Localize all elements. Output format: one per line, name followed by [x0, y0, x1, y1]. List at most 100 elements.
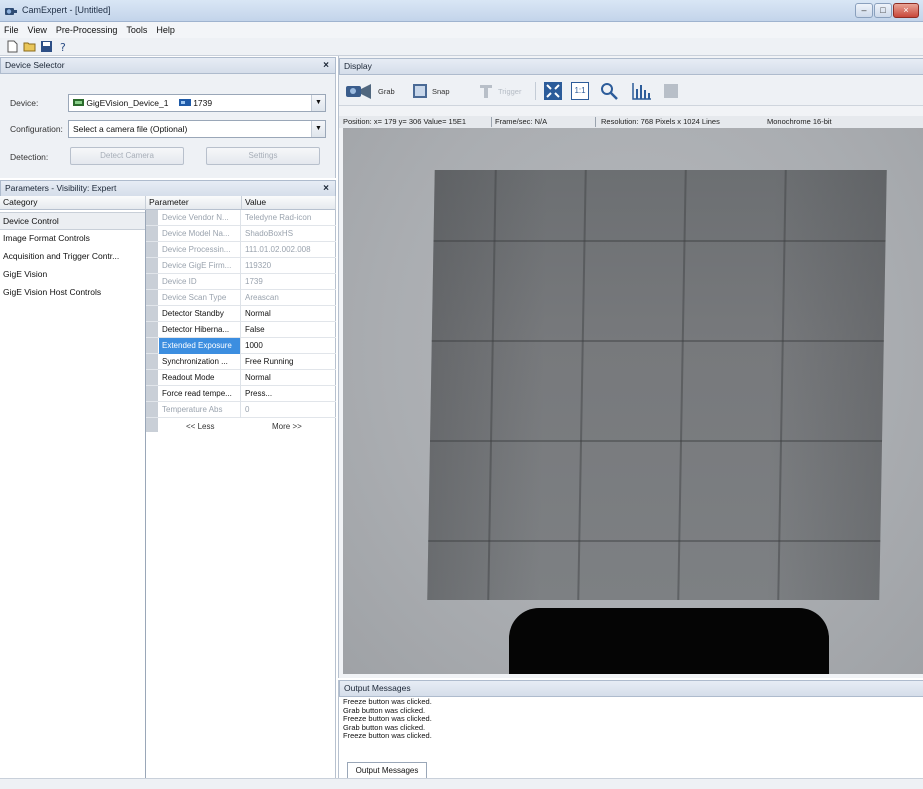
- grab-button[interactable]: Grab: [345, 80, 395, 102]
- device-selector-close-button[interactable]: ×: [323, 58, 329, 73]
- table-row[interactable]: Device Scan Type Areascan: [146, 290, 336, 306]
- chevron-down-icon[interactable]: ▼: [311, 121, 325, 137]
- less-link[interactable]: << Less: [186, 422, 214, 431]
- parameters-panel: Category Device Control Image Format Con…: [0, 196, 336, 778]
- category-column-header[interactable]: Category: [0, 196, 146, 210]
- menu-pre-processing[interactable]: Pre-Processing: [56, 25, 118, 35]
- gige-device-icon: [73, 99, 84, 106]
- value-column-header[interactable]: Value: [242, 196, 336, 210]
- parameters-title: Parameters - Visibility: Expert: [5, 183, 117, 193]
- device-label: Device:: [10, 98, 39, 108]
- grab-label: Grab: [378, 86, 395, 96]
- table-row[interactable]: Device GigE Firm... 119320: [146, 258, 336, 274]
- minimize-button[interactable]: –: [855, 3, 873, 18]
- detect-camera-button[interactable]: Detect Camera: [70, 147, 184, 165]
- table-row[interactable]: Detector Hiberna... False: [146, 322, 336, 338]
- menu-help[interactable]: Help: [156, 25, 175, 35]
- resolution-readout: Resolution: 768 Pixels x 1024 Lines: [601, 117, 720, 126]
- image-display-area[interactable]: [343, 128, 923, 674]
- parameter-value: 0: [245, 405, 250, 414]
- trigger-button[interactable]: Trigger: [477, 80, 521, 102]
- parameter-column-header[interactable]: Parameter: [146, 196, 242, 210]
- stop-button[interactable]: [663, 80, 679, 102]
- table-row[interactable]: Device ID 1739: [146, 274, 336, 290]
- zoom-button[interactable]: [599, 80, 619, 102]
- fit-to-screen-button[interactable]: [543, 80, 563, 102]
- tab-output-messages[interactable]: Output Messages: [347, 762, 427, 778]
- parameter-value[interactable]: 1000: [242, 338, 336, 354]
- category-gige-vision-host-controls[interactable]: GigE Vision Host Controls: [0, 284, 145, 302]
- parameter-value[interactable]: Free Running: [242, 354, 336, 370]
- table-row[interactable]: Device Vendor N... Teledyne Rad-icon: [146, 210, 336, 226]
- configuration-value: Select a camera file (Optional): [73, 124, 188, 134]
- camexpert-app-icon: [5, 8, 17, 15]
- grab-camera-icon: [346, 84, 371, 99]
- table-row[interactable]: Device Processin... 111.01.02.002.008: [146, 242, 336, 258]
- snap-button[interactable]: Snap: [411, 80, 450, 102]
- menu-view[interactable]: View: [28, 25, 47, 35]
- table-row[interactable]: Force read tempe... Press...: [146, 386, 336, 402]
- menu-tools[interactable]: Tools: [126, 25, 147, 35]
- parameter-name: Readout Mode: [159, 370, 241, 386]
- parameter-value[interactable]: Press...: [242, 386, 336, 402]
- configuration-row: Configuration: Select a camera file (Opt…: [0, 118, 336, 140]
- output-message: Freeze button was clicked.: [343, 731, 432, 740]
- device-id-value: 1739: [193, 98, 213, 108]
- help-icon[interactable]: ?: [57, 40, 70, 53]
- parameter-value: 1739: [245, 277, 263, 286]
- category-image-format-controls[interactable]: Image Format Controls: [0, 230, 145, 248]
- chevron-down-icon[interactable]: ▼: [311, 95, 325, 111]
- configuration-dropdown[interactable]: Select a camera file (Optional) ▼: [68, 120, 326, 138]
- parameter-value[interactable]: Normal: [242, 370, 336, 386]
- trigger-icon: [480, 85, 492, 98]
- open-folder-icon[interactable]: [23, 40, 36, 53]
- device-selector-title: Device Selector: [5, 60, 65, 70]
- parameter-name: Device Processin...: [159, 242, 241, 258]
- window-controls: – □ ×: [855, 3, 919, 19]
- menu-file[interactable]: File: [4, 25, 19, 35]
- parameter-value[interactable]: Normal: [242, 306, 336, 322]
- maximize-button[interactable]: □: [874, 3, 892, 18]
- table-row-selected[interactable]: Extended Exposure 1000: [146, 338, 336, 354]
- one-to-one-icon: 1:1: [571, 82, 589, 100]
- output-messages-header: Output Messages: [339, 680, 923, 697]
- parameter-name: Device GigE Firm...: [159, 258, 241, 274]
- output-message: Freeze button was clicked.: [343, 697, 432, 706]
- parameter-name: Extended Exposure: [159, 338, 241, 354]
- parameters-close-button[interactable]: ×: [323, 181, 329, 196]
- table-row[interactable]: Temperature Abs 0: [146, 402, 336, 418]
- category-gige-vision[interactable]: GigE Vision: [0, 266, 145, 284]
- table-row[interactable]: Readout Mode Normal: [146, 370, 336, 386]
- output-message: Freeze button was clicked.: [343, 714, 432, 723]
- new-file-icon[interactable]: [6, 40, 19, 53]
- more-link[interactable]: More >>: [272, 422, 302, 431]
- configuration-label: Configuration:: [10, 124, 63, 134]
- parameter-name: Synchronization ...: [159, 354, 241, 370]
- specimen-holder-shadow: [509, 608, 829, 674]
- device-selector-panel: Device: GigEVision_Device_1 1739 ▼ Confi…: [0, 74, 336, 178]
- main-toolbar: ?: [0, 38, 923, 56]
- save-icon[interactable]: [40, 40, 53, 53]
- category-device-control[interactable]: Device Control: [0, 212, 145, 230]
- table-row[interactable]: Device Model Na... ShadoBoxHS: [146, 226, 336, 242]
- detection-label: Detection:: [10, 152, 49, 162]
- parameter-value[interactable]: False: [242, 322, 336, 338]
- parameter-value: Areascan: [245, 293, 279, 302]
- position-readout: Position: x= 179 y= 306 Value= 15E1: [343, 117, 467, 126]
- format-readout: Monochrome 16-bit: [767, 117, 832, 126]
- one-to-one-button[interactable]: 1:1: [571, 80, 589, 102]
- status-bar: [0, 778, 923, 789]
- output-message-list: Freeze button was clicked. Grab button w…: [343, 697, 913, 741]
- category-acquisition-trigger[interactable]: Acquisition and Trigger Contr...: [0, 248, 145, 266]
- parameter-name: Device Vendor N...: [159, 210, 241, 226]
- stop-icon: [664, 84, 678, 98]
- specimen-grid-line: [431, 340, 884, 342]
- device-dropdown[interactable]: GigEVision_Device_1 1739 ▼: [68, 94, 326, 112]
- close-window-button[interactable]: ×: [893, 3, 919, 18]
- histogram-button[interactable]: [631, 80, 653, 102]
- settings-button[interactable]: Settings: [206, 147, 320, 165]
- specimen-grid-line: [430, 440, 883, 442]
- table-row[interactable]: Detector Standby Normal: [146, 306, 336, 322]
- table-row[interactable]: Synchronization ... Free Running: [146, 354, 336, 370]
- toolbar-separator: [535, 82, 536, 100]
